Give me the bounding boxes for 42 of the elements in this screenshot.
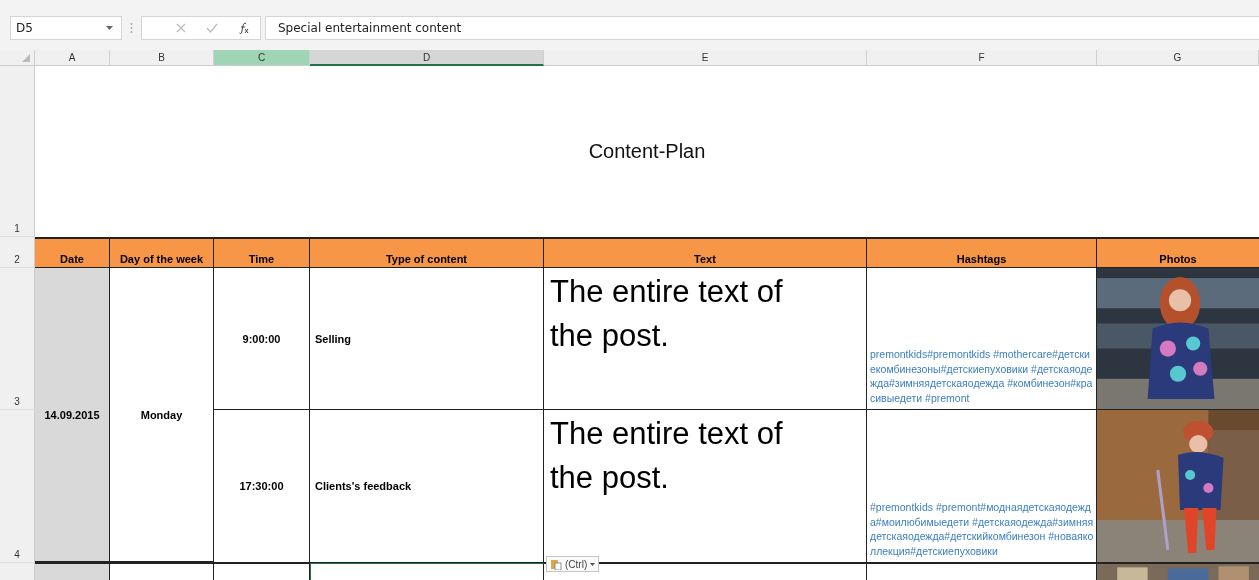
hashtags-text: #premontkids #premont#моднаядетскаяодежда#моилюбимыедети #детскаяодежда#зимняядетскаяодежда#детскийкомбинезон #новаяколлекция#детскиепуховики bbox=[870, 500, 1094, 558]
row-header[interactable]: 4 bbox=[0, 410, 35, 563]
row-header[interactable]: 3 bbox=[0, 268, 35, 410]
table-header-cell: Type of content bbox=[310, 237, 544, 268]
caret-icon bbox=[590, 562, 596, 566]
table-header-cell: Hashtags bbox=[867, 237, 1097, 268]
row-header[interactable] bbox=[0, 563, 35, 580]
post-text: The entire text of the post. bbox=[550, 273, 784, 355]
column-header[interactable]: C bbox=[214, 50, 310, 66]
column-header[interactable]: B bbox=[110, 50, 214, 66]
select-all-icon[interactable] bbox=[22, 54, 30, 62]
column-header[interactable]: G bbox=[1097, 50, 1259, 66]
grip-icon bbox=[130, 22, 133, 34]
table-cell: 14.09.2015 bbox=[35, 268, 110, 563]
row-header[interactable]: 2 bbox=[0, 237, 35, 268]
table-header-cell: Date bbox=[35, 237, 110, 268]
column-header[interactable]: F bbox=[867, 50, 1097, 66]
table-cell: Clients's feedback bbox=[310, 410, 544, 563]
function-icon[interactable] bbox=[238, 22, 250, 34]
table-cell: Monday bbox=[110, 268, 214, 563]
column-header[interactable]: E bbox=[544, 50, 867, 66]
clipboard-icon bbox=[550, 558, 562, 570]
post-text: The entire text of the post. bbox=[550, 415, 784, 497]
paste-options-button[interactable]: (Ctrl) bbox=[546, 556, 600, 572]
table-cell: 17:30:00 bbox=[214, 410, 310, 563]
check-icon[interactable] bbox=[206, 23, 218, 33]
cancel-icon[interactable] bbox=[176, 23, 186, 33]
column-header[interactable]: A bbox=[35, 50, 110, 66]
table-header-cell: Photos bbox=[1097, 237, 1259, 268]
selected-cell[interactable] bbox=[310, 563, 544, 580]
table-header-cell: Time bbox=[214, 237, 310, 268]
dropdown-icon bbox=[106, 26, 113, 30]
sheet-title: Content-Plan bbox=[588, 140, 706, 163]
column-header[interactable]: D bbox=[310, 50, 544, 66]
row-header[interactable]: 1 bbox=[0, 66, 35, 237]
table-cell: Selling bbox=[310, 268, 544, 410]
table-header-cell: Text bbox=[544, 237, 867, 268]
table-cell: 9:00:00 bbox=[214, 268, 310, 410]
name-box[interactable]: D5 bbox=[10, 16, 122, 40]
hashtags-text: premontkids#premontkids #mothercare#детскиекомбинезоны#детскиепуховики #детскаяодежда#зимняядетскаяодежда #комбинезон#красивыедети #premont bbox=[870, 347, 1094, 405]
table-header-cell: Day of the week bbox=[110, 237, 214, 268]
formula-field[interactable]: Special entertainment content bbox=[265, 16, 1259, 40]
